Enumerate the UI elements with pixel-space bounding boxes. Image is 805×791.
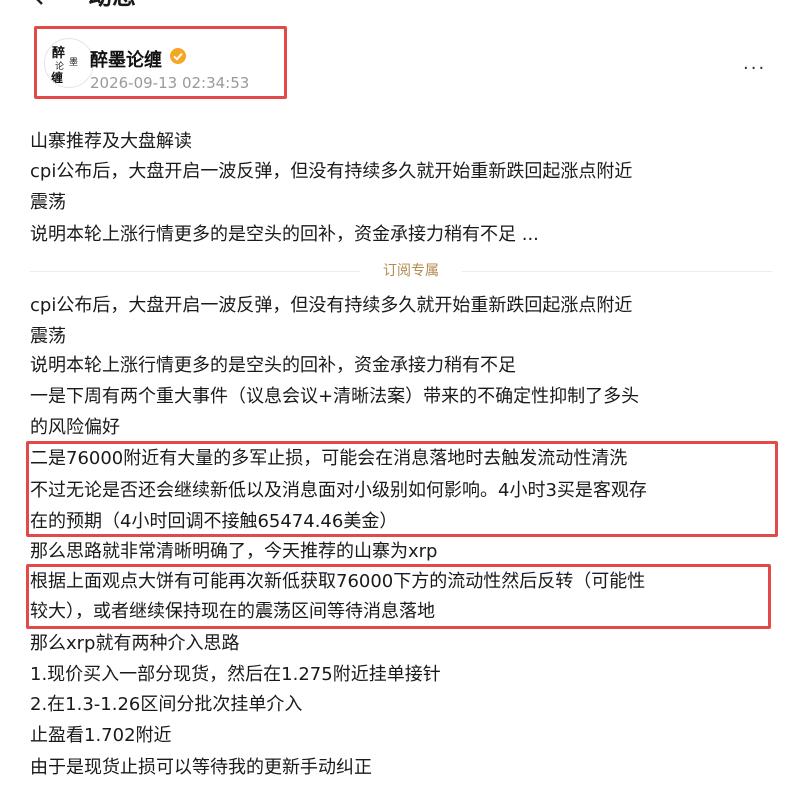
- body-line: 震荡: [30, 326, 66, 347]
- body-line: 2.在1.3-1.26区间分批次挂单介入: [30, 694, 303, 715]
- body-line: 二是76000附近有大量的多军止损，可能会在消息落地时去触发流动性清洗: [30, 448, 628, 469]
- top-bar: 动态: [0, 0, 805, 14]
- body-line: 根据上面观点大饼有可能再次新低获取76000下方的流动性然后反转（可能性: [30, 571, 646, 592]
- back-arrow-icon[interactable]: [28, 0, 50, 6]
- svg-text:墨: 墨: [69, 57, 78, 68]
- preview-line: 震荡: [30, 192, 66, 213]
- preview-line: 说明本轮上涨行情更多的是空头的回补，资金承接力稍有不足 ...: [30, 224, 539, 245]
- body-line: 那么思路就非常清晰明确了，今天推荐的山寨为xrp: [30, 541, 438, 562]
- body-line: 1.现价买入一部分现货，然后在1.275附近挂单接针: [30, 664, 441, 685]
- svg-text:缠: 缠: [51, 70, 63, 85]
- post-timestamp: 2026-09-13 02:34:53: [90, 74, 250, 92]
- body-line: 止盈看1.702附近: [30, 725, 172, 746]
- preview-line: cpi公布后，大盘开启一波反弹，但没有持续多久就开始重新跌回起涨点附近: [30, 161, 633, 182]
- more-options-icon[interactable]: ···: [743, 58, 771, 79]
- author-card[interactable]: 醉 墨 论 缠 醉墨论缠 2026-09-13 02:34:53: [34, 26, 284, 96]
- subscription-label: 订阅专属: [383, 263, 439, 279]
- subscription-divider: 订阅专属: [30, 262, 772, 280]
- svg-text:醉: 醉: [52, 45, 65, 61]
- body-line: 说明本轮上涨行情更多的是空头的回补，资金承接力稍有不足: [30, 355, 516, 376]
- author-name[interactable]: 醉墨论缠: [90, 46, 162, 72]
- body-line: 一是下周有两个重大事件（议息会议+清晰法案）带来的不确定性抑制了多头: [30, 386, 640, 407]
- body-line: 在的预期（4小时回调不接触65474.46美金）: [30, 511, 398, 532]
- page-title: 动态: [88, 0, 136, 10]
- body-line: 由于是现货止损可以等待我的更新手动纠正: [30, 757, 372, 778]
- body-line: 那么xrp就有两种介入思路: [30, 633, 240, 654]
- avatar[interactable]: 醉 墨 论 缠: [44, 38, 94, 88]
- preview-title: 山寨推荐及大盘解读: [30, 131, 192, 152]
- body-line: 不过无论是否还会继续新低以及消息面对小级别如何影响。4小时3买是客观存: [30, 480, 647, 501]
- calligraphy-avatar-icon: 醉 墨 论 缠: [51, 45, 78, 85]
- body-line: cpi公布后，大盘开启一波反弹，但没有持续多久就开始重新跌回起涨点附近: [30, 295, 633, 316]
- verified-badge-icon: [170, 48, 186, 64]
- body-line: 的风险偏好: [30, 417, 120, 438]
- body-line: 较大），或者继续保持现在的震荡区间等待消息落地: [30, 601, 435, 622]
